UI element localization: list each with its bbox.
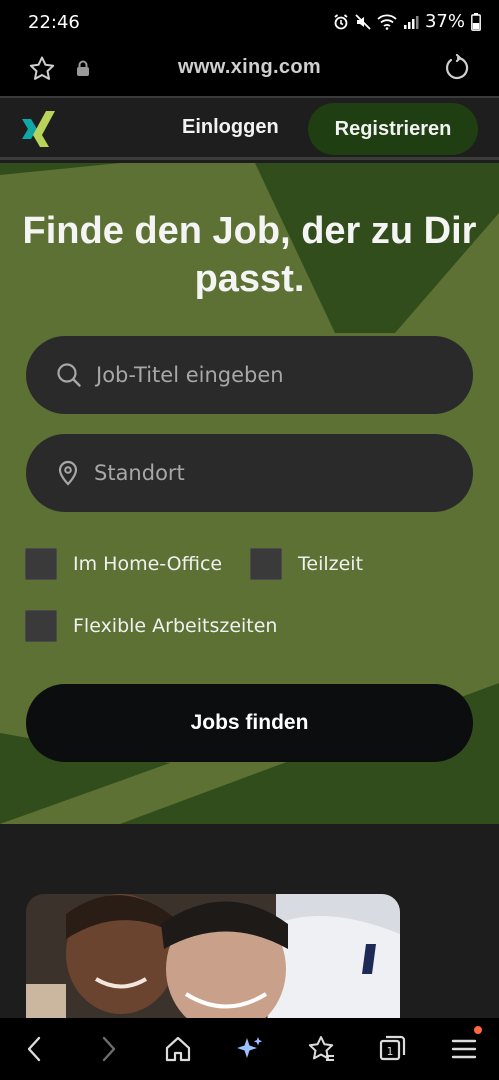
mute-icon [355, 13, 371, 30]
notification-dot [474, 1026, 482, 1034]
tabs-icon[interactable]: 1 [377, 1034, 407, 1064]
filter-flexible-hours[interactable]: Flexible Arbeitszeiten [25, 610, 277, 642]
sparkle-icon[interactable] [235, 1034, 265, 1064]
location-pin-icon [58, 460, 78, 486]
wifi-icon [377, 14, 397, 30]
status-bar: 22:46 37% [0, 0, 499, 46]
home-office-label: Im Home-Office [73, 553, 223, 575]
xing-logo[interactable] [20, 109, 58, 149]
url-text[interactable]: www.xing.com [0, 56, 499, 79]
status-time: 22:46 [28, 12, 80, 33]
people-photo [26, 894, 400, 1034]
home-office-checkbox[interactable] [25, 548, 57, 580]
filter-part-time[interactable]: Teilzeit [250, 548, 363, 580]
job-search-hero: Finde den Job, der zu Dir passt. Job-Tit… [0, 163, 499, 824]
search-icon [57, 363, 81, 387]
reload-icon[interactable] [443, 54, 471, 82]
home-icon[interactable] [163, 1034, 193, 1064]
back-icon[interactable] [20, 1034, 50, 1064]
login-link[interactable]: Einloggen [182, 116, 279, 139]
flexible-hours-label: Flexible Arbeitszeiten [73, 615, 278, 637]
content-section [0, 824, 499, 1034]
signal-icon [403, 15, 419, 29]
browser-url-bar: www.xing.com [0, 46, 499, 96]
alarm-icon [334, 13, 348, 29]
location-placeholder: Standort [94, 461, 185, 485]
hero-headline: Finde den Job, der zu Dir passt. [22, 210, 477, 300]
bookmarks-icon[interactable] [306, 1034, 336, 1064]
forward-icon[interactable] [93, 1034, 123, 1064]
filter-home-office[interactable]: Im Home-Office [25, 548, 222, 580]
battery-icon [471, 12, 481, 31]
job-title-placeholder: Job-Titel eingeben [96, 363, 284, 387]
register-button[interactable]: Registrieren [308, 103, 478, 155]
menu-icon[interactable] [449, 1034, 479, 1064]
find-jobs-button[interactable]: Jobs finden [26, 684, 473, 762]
flexible-hours-checkbox[interactable] [25, 610, 57, 642]
part-time-label: Teilzeit [298, 553, 364, 575]
location-input[interactable]: Standort [26, 434, 473, 512]
browser-bottom-nav: 1 [0, 1018, 499, 1080]
tabs-count: 1 [387, 1045, 394, 1058]
status-right: 37% [333, 11, 481, 32]
job-title-input[interactable]: Job-Titel eingeben [26, 336, 473, 414]
battery-percentage: 37% [424, 11, 465, 32]
part-time-checkbox[interactable] [250, 548, 282, 580]
site-header: Einloggen Registrieren [0, 98, 499, 160]
